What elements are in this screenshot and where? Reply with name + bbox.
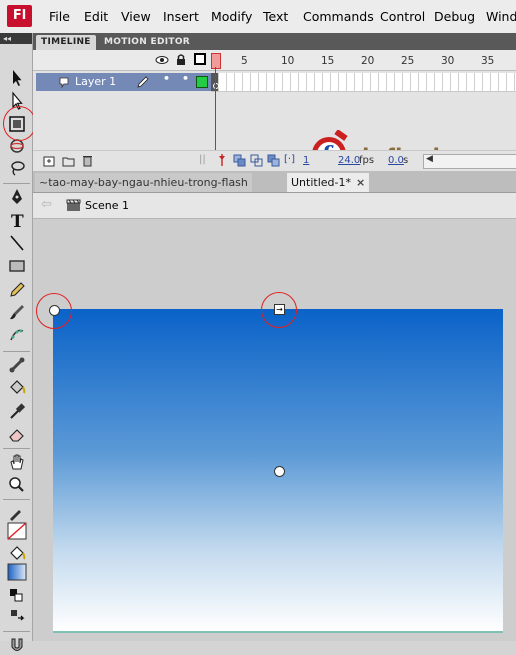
- menu-view[interactable]: View: [121, 9, 151, 24]
- menu-control[interactable]: Control: [380, 9, 425, 24]
- deco-icon[interactable]: [6, 325, 28, 345]
- bone-icon[interactable]: [6, 355, 28, 375]
- menu-text[interactable]: Text: [263, 9, 288, 24]
- show-hide-layers-icon[interactable]: [155, 54, 169, 66]
- panel-tab-bar: TIMELINE MOTION EDITOR: [33, 33, 516, 50]
- selection-icon[interactable]: [6, 68, 28, 88]
- edit-pencil-icon: [137, 76, 149, 88]
- frame-number-35: 35: [481, 55, 495, 67]
- frames-row[interactable]: [211, 73, 516, 92]
- snap-icon[interactable]: [6, 606, 28, 626]
- hand-icon[interactable]: [6, 452, 28, 472]
- tab-motion-editor[interactable]: MOTION EDITOR: [99, 35, 195, 50]
- layer-row[interactable]: Layer 1 • •: [36, 72, 211, 91]
- elapsed-time-unit: s: [403, 155, 409, 166]
- center-frame-icon[interactable]: [216, 153, 228, 167]
- outline-layers-icon[interactable]: [194, 53, 206, 65]
- lock-layers-icon[interactable]: [175, 53, 187, 66]
- onion-skin-icon[interactable]: [233, 154, 246, 167]
- lasso-icon[interactable]: [6, 158, 28, 178]
- rectangle-icon[interactable]: [6, 256, 28, 276]
- onion-skin-outlines-icon[interactable]: [250, 154, 263, 167]
- frame-number-15: 15: [321, 55, 335, 67]
- close-tab-icon[interactable]: ×: [356, 176, 365, 189]
- menu-edit[interactable]: Edit: [84, 9, 108, 24]
- stroke-color-icon[interactable]: [6, 503, 28, 523]
- frame-number-5: 5: [241, 55, 248, 67]
- scroll-left-arrow-icon[interactable]: ◀: [426, 154, 433, 164]
- frame-number-30: 30: [441, 55, 455, 67]
- playhead[interactable]: [211, 53, 221, 69]
- footer-separator: ||: [199, 154, 206, 165]
- menu-commands[interactable]: Commands: [303, 9, 374, 24]
- timeline-footer: || [·] 1 24.0 fps 0.0 s ◀: [33, 150, 516, 171]
- layer-name[interactable]: Layer 1: [75, 75, 116, 88]
- scene-label[interactable]: Scene 1: [85, 199, 129, 212]
- new-folder-icon[interactable]: [62, 155, 75, 167]
- edit-multiple-frames-icon[interactable]: [267, 154, 280, 167]
- flash-app-icon[interactable]: Fl: [7, 5, 32, 27]
- scene-clapper-icon: [66, 199, 81, 211]
- visibility-dot[interactable]: •: [163, 72, 170, 85]
- brush-icon[interactable]: [6, 302, 28, 322]
- frame-number-10: 10: [281, 55, 295, 67]
- empty-keyframe-marker: [213, 83, 219, 89]
- new-layer-icon[interactable]: [43, 155, 55, 167]
- menu-file[interactable]: File: [49, 9, 70, 24]
- timeline-header: 1 5 10 15 20 25 30 35: [33, 50, 516, 71]
- eraser-icon[interactable]: [6, 424, 28, 444]
- frame-number-20: 20: [361, 55, 375, 67]
- gradient-center-point[interactable]: [274, 466, 285, 477]
- document-tab-bar: ~tao-may-bay-ngau-nhieu-trong-flash Unti…: [33, 171, 516, 193]
- elapsed-time-value[interactable]: 0.0: [388, 155, 404, 166]
- frame-number-25: 25: [401, 55, 415, 67]
- layer-type-icon: [59, 77, 69, 88]
- menu-modify[interactable]: Modify: [211, 9, 252, 24]
- stroke-color-swatch[interactable]: [6, 521, 28, 541]
- frame-rate-unit: fps: [359, 155, 375, 166]
- swap-colors-icon[interactable]: [6, 586, 28, 606]
- document-tab-title: ~tao-may-bay-ngau-nhieu-trong-flash: [39, 176, 248, 189]
- fill-color-icon[interactable]: [6, 544, 28, 564]
- menu-window[interactable]: Windo: [486, 9, 516, 24]
- timeline-horizontal-scrollbar[interactable]: ◀: [423, 154, 516, 169]
- svg-text:T: T: [11, 212, 24, 230]
- zoom-icon[interactable]: [6, 475, 28, 495]
- modify-onion-markers-icon[interactable]: [·]: [284, 154, 295, 165]
- document-tab-active[interactable]: Untitled-1* ×: [287, 173, 370, 192]
- layer-outline-color-swatch[interactable]: [196, 76, 208, 88]
- collapse-panel-icon[interactable]: ◂◂: [0, 33, 32, 44]
- menu-debug[interactable]: Debug: [434, 9, 475, 24]
- paint-bucket-icon[interactable]: [6, 378, 28, 398]
- pencil-icon[interactable]: [6, 279, 28, 299]
- rotate-handle-highlight-ring: [36, 293, 72, 329]
- menu-insert[interactable]: Insert: [163, 9, 199, 24]
- edit-bar: ⇦ Scene 1: [33, 193, 516, 219]
- menu-bar: Fl File Edit View Insert Modify Text Com…: [0, 0, 516, 34]
- document-tab-title: Untitled-1*: [291, 176, 351, 189]
- fill-color-swatch[interactable]: [6, 562, 28, 582]
- free-transform-highlight-ring: [3, 106, 36, 141]
- text-icon[interactable]: T: [6, 210, 28, 230]
- frame-rate-value[interactable]: 24.0: [338, 155, 360, 166]
- width-handle-highlight-ring: [261, 292, 297, 328]
- delete-layer-icon[interactable]: [82, 154, 93, 167]
- timeline-panel: TIMELINE MOTION EDITOR 1 5 10 15 20 25 3…: [33, 33, 516, 173]
- tab-timeline[interactable]: TIMELINE: [36, 35, 96, 50]
- document-tab-inactive[interactable]: ~tao-may-bay-ngau-nhieu-trong-flash: [35, 173, 252, 192]
- lock-dot[interactable]: •: [182, 72, 189, 85]
- pen-icon[interactable]: [6, 187, 28, 207]
- back-arrow-icon[interactable]: ⇦: [41, 197, 52, 212]
- current-frame-value[interactable]: 1: [303, 155, 309, 166]
- magnet-icon[interactable]: [6, 635, 28, 655]
- line-icon[interactable]: [6, 233, 28, 253]
- eyedropper-icon[interactable]: [6, 401, 28, 421]
